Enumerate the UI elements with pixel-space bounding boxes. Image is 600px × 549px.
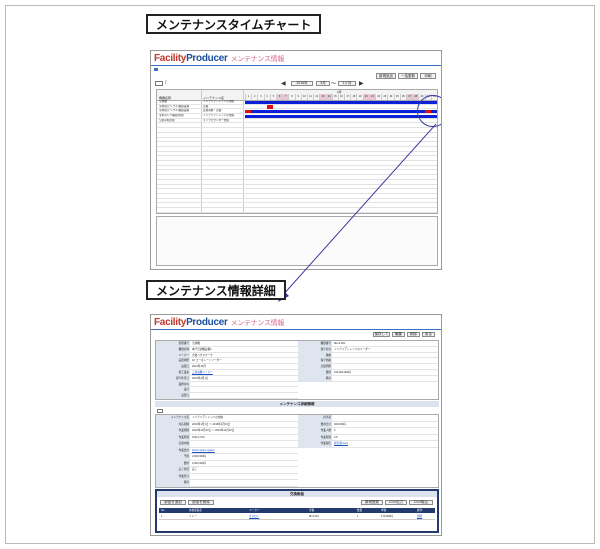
field-row: 設置日 <box>156 393 298 399</box>
parts-cell: 1 <box>161 515 163 518</box>
detail-section-header: メンテナンス詳細情報 <box>155 401 439 407</box>
parts-cell: 170,000円 <box>381 515 393 518</box>
basic-info-panel: 管理番号 空調機 機器名称 本庁空調機設備2 メーカー 大和ハウスワーク 設置場所 1F コー… <box>155 340 439 400</box>
bulk-update-button[interactable]: 一括更新 <box>398 73 418 79</box>
parts-cell: MY2-DC <box>309 515 319 518</box>
parts-cell: リレー <box>189 515 197 518</box>
save-button[interactable]: 保存して <box>373 332 390 337</box>
add-button[interactable]: 新規追加 <box>376 73 396 79</box>
field-label: 備考 <box>156 480 190 487</box>
field-label: 作業報告 <box>298 441 332 448</box>
maintenance-detail-panel: メンテナンス名 インテリアトレッドの交換 対応期間 2016年1月1日 〜 2016年… <box>155 414 439 488</box>
schedule-bar[interactable] <box>245 109 437 114</box>
calendar-icon[interactable] <box>155 81 163 86</box>
detail-screenshot: FacilityProducer メンテナンス情報 保存して 編集 削除 戻る 管… <box>150 314 442 536</box>
parts-col-head: 数量 <box>357 509 363 512</box>
parts-cell[interactable]: 削除 <box>417 514 422 519</box>
csv-import-button[interactable]: CSV取込 <box>409 500 433 505</box>
parts-panel: 交換部品 部品を追加 部品を削除 新規登録 CSV出力 CSV取込 No 交換部品… <box>155 489 439 533</box>
parts-table-row[interactable]: 1 リレー オムロン MY2-DC 1 170,000円 削除 <box>159 514 435 520</box>
schedule-bar[interactable] <box>245 100 437 105</box>
section-title-timechart: メンテナンスタイムチャート <box>146 14 322 34</box>
connector-arrow <box>278 123 437 302</box>
schedule-mark[interactable] <box>245 109 251 114</box>
parts-col-head: 操作 <box>417 509 423 512</box>
schedule-bar[interactable] <box>245 114 437 119</box>
span-select[interactable]: 1ヶ月 <box>338 81 356 86</box>
app-logo: FacilityProducer メンテナンス情報 <box>154 53 285 64</box>
field-row: 備考 <box>156 480 298 487</box>
parts-col-head: No <box>161 509 165 512</box>
register-button[interactable]: 新規登録 <box>361 500 383 505</box>
year-select[interactable]: 2016年 <box>291 81 313 86</box>
field-label: 備考 <box>298 375 332 382</box>
parts-table-header: No 交換部品名 メーカー 型番 数量 単価 操作 <box>159 508 435 513</box>
parts-col-head: 交換部品名 <box>189 509 202 512</box>
field-row: 備考 <box>298 375 438 382</box>
nav-separator: / <box>165 80 167 86</box>
print-button[interactable]: 印刷 <box>420 73 436 79</box>
range-separator: 〜 <box>331 81 337 87</box>
parts-cell: オムロン <box>249 515 260 518</box>
parts-header: 交換部品 <box>157 491 437 497</box>
next-arrow[interactable]: ▶ <box>359 80 364 87</box>
parts-cell: 1 <box>357 515 359 518</box>
parts-col-head: 単価 <box>381 509 387 512</box>
prev-arrow[interactable]: ◀ <box>281 80 286 87</box>
field-value: 報告書.docx <box>334 442 348 445</box>
schedule-mark[interactable] <box>267 105 274 109</box>
menu-icon[interactable] <box>154 68 158 71</box>
app-logo: FacilityProducer メンテナンス情報 <box>154 317 285 328</box>
field-label: 設置日 <box>156 393 190 399</box>
calendar-icon[interactable] <box>157 409 163 413</box>
add-part-button[interactable]: 部品を追加 <box>160 500 186 505</box>
csv-export-button[interactable]: CSV出力 <box>385 500 407 505</box>
parts-col-head: メーカー <box>249 509 260 512</box>
month-select[interactable]: 3月 <box>316 81 330 86</box>
delete-button[interactable]: 削除 <box>407 332 420 337</box>
field-row: 作業報告 報告書.docx <box>298 441 438 448</box>
edit-button[interactable]: 編集 <box>392 332 405 337</box>
remove-part-button[interactable]: 部品を削除 <box>188 500 214 505</box>
section-title-detail: メンテナンス情報詳細 <box>146 280 286 300</box>
parts-col-head: 型番 <box>309 509 315 512</box>
back-button[interactable]: 戻る <box>422 332 435 337</box>
